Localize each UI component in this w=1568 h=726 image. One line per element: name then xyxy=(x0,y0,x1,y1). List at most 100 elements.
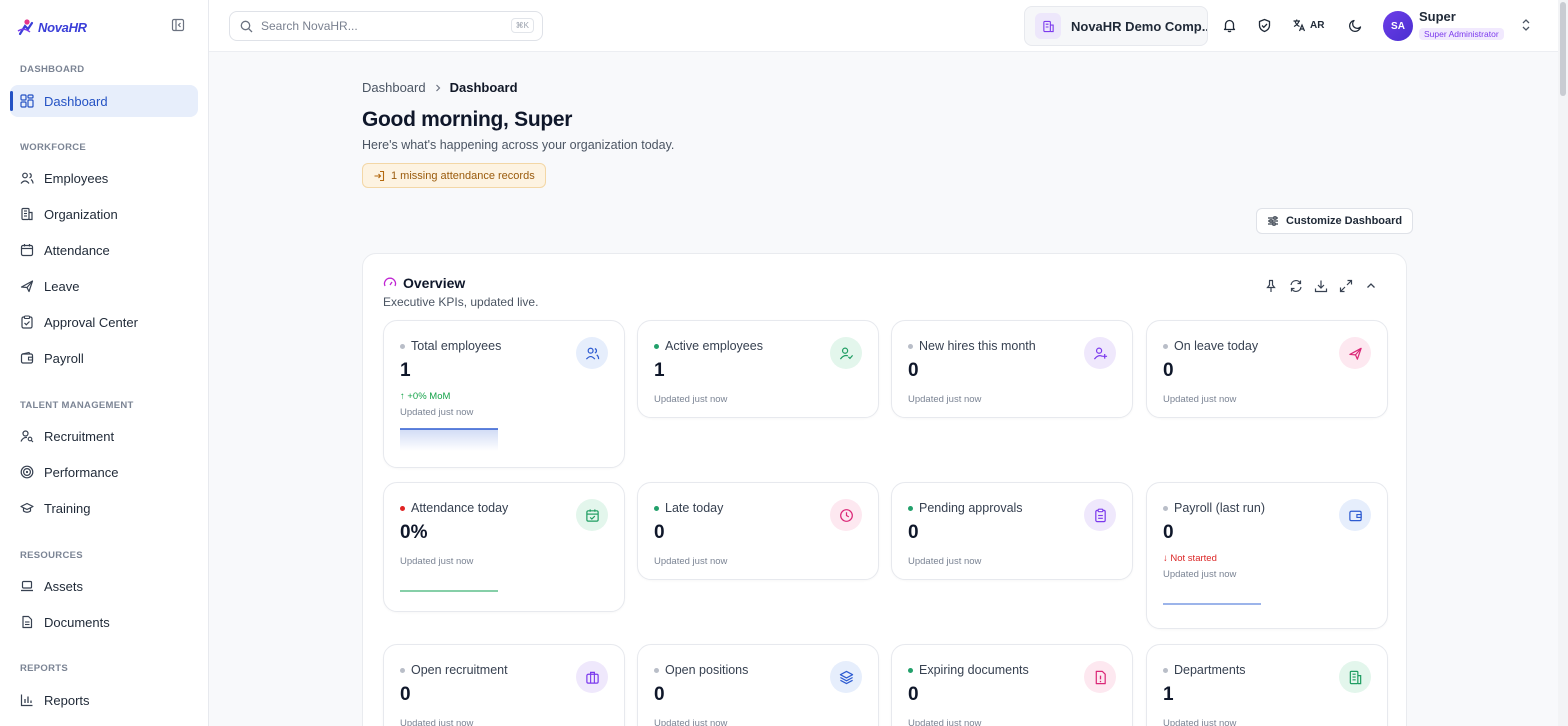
moon-icon xyxy=(1348,19,1362,33)
kpi-card[interactable]: Active employees 1 Updated just now xyxy=(637,320,879,418)
missing-attendance-alert[interactable]: 1 missing attendance records xyxy=(362,163,546,188)
status-dot xyxy=(654,505,659,511)
briefcase-icon xyxy=(576,661,608,693)
kpi-updated: Updated just now xyxy=(908,556,982,567)
kpi-label-text: Total employees xyxy=(411,339,502,353)
kpi-value: 0 xyxy=(1163,360,1174,381)
kpi-card[interactable]: Late today 0 Updated just now xyxy=(637,482,879,580)
panel-left-icon xyxy=(171,18,185,32)
language-switcher[interactable]: AR xyxy=(1292,18,1324,32)
kpi-card[interactable]: Open positions 0 Updated just now xyxy=(637,644,879,726)
sidebar-item-label: Training xyxy=(44,500,91,516)
chevron-up-icon[interactable] xyxy=(1364,279,1378,293)
breadcrumb-item[interactable]: Dashboard xyxy=(362,80,426,95)
kpi-card[interactable]: Attendance today 0% Updated just now xyxy=(383,482,625,612)
page-title: Good morning, Super xyxy=(362,108,573,131)
kpi-label: Payroll (last run) xyxy=(1163,501,1265,515)
sidebar-item-assets[interactable]: Assets xyxy=(10,570,198,602)
nav-section-reports: REPORTS xyxy=(20,663,69,674)
sidebar-item-approval-center[interactable]: Approval Center xyxy=(10,306,198,338)
kpi-updated: Updated just now xyxy=(400,407,474,418)
kpi-label-text: Pending approvals xyxy=(919,501,1023,515)
search-shortcut: ⌘K xyxy=(510,18,534,33)
app-logo[interactable]: NovaHR xyxy=(16,17,87,37)
alert-text: 1 missing attendance records xyxy=(391,169,535,182)
kpi-updated: Updated just now xyxy=(1163,718,1237,726)
sidebar-item-attendance[interactable]: Attendance xyxy=(10,234,198,266)
chevrons-up-down-icon xyxy=(1522,19,1530,31)
kpi-updated: Updated just now xyxy=(908,394,982,405)
status-dot xyxy=(400,343,405,349)
sidebar-item-reports[interactable]: Reports xyxy=(10,684,198,716)
refresh-icon[interactable] xyxy=(1289,279,1303,293)
user-name[interactable]: Super xyxy=(1419,9,1456,24)
overview-subtitle: Executive KPIs, updated live. xyxy=(383,295,539,309)
sidebar-item-recruitment[interactable]: Recruitment xyxy=(10,420,198,452)
sidebar-item-training[interactable]: Training xyxy=(10,492,198,524)
page-scrollbar[interactable] xyxy=(1558,0,1568,726)
kpi-label: Pending approvals xyxy=(908,501,1023,515)
sliders-icon xyxy=(1268,216,1278,226)
kpi-label: Open positions xyxy=(654,663,748,677)
status-dot xyxy=(908,505,913,511)
wallet-icon xyxy=(20,351,34,364)
kpi-card[interactable]: Departments 1 Updated just now xyxy=(1146,644,1388,726)
sidebar-item-documents[interactable]: Documents xyxy=(10,606,198,638)
logo-text: NovaHR xyxy=(38,19,87,35)
kpi-label-text: Open positions xyxy=(665,663,749,677)
sidebar-item-performance[interactable]: Performance xyxy=(10,456,198,488)
sidebar: NovaHR DASHBOARD Dashboard WORKFORCE Emp… xyxy=(0,0,209,726)
company-switcher[interactable]: NovaHR Demo Comp... xyxy=(1024,6,1208,46)
expand-icon[interactable] xyxy=(1339,279,1353,293)
kpi-label-text: Open recruitment xyxy=(411,663,508,677)
notifications-button[interactable] xyxy=(1222,18,1238,34)
sidebar-collapse-button[interactable] xyxy=(171,18,187,34)
download-icon[interactable] xyxy=(1314,279,1328,293)
sidebar-item-label: Performance xyxy=(44,464,119,480)
sidebar-item-leave[interactable]: Leave xyxy=(10,270,198,302)
kpi-card[interactable]: Expiring documents 0 Updated just now xyxy=(891,644,1133,726)
kpi-card[interactable]: On leave today 0 Updated just now xyxy=(1146,320,1388,418)
building-icon xyxy=(1339,661,1371,693)
kpi-card[interactable]: Total employees 1 ↑ +0% MoM Updated just no… xyxy=(383,320,625,468)
sidebar-item-dashboard[interactable]: Dashboard xyxy=(10,85,198,117)
user-check-icon xyxy=(830,337,862,369)
search-input[interactable] xyxy=(261,19,501,33)
scrollbar-thumb[interactable] xyxy=(1560,2,1566,96)
kpi-value: 0 xyxy=(908,684,919,705)
sidebar-item-payroll[interactable]: Payroll xyxy=(10,342,198,374)
security-button[interactable] xyxy=(1257,18,1273,34)
sidebar-item-label: Documents xyxy=(44,614,110,630)
kpi-value: 1 xyxy=(400,360,411,381)
pin-icon[interactable] xyxy=(1264,279,1278,293)
clipboard-check-icon xyxy=(21,315,33,329)
kpi-label: Open recruitment xyxy=(400,663,508,677)
users-icon xyxy=(576,337,608,369)
graduation-cap-icon xyxy=(20,502,34,513)
sidebar-item-organization[interactable]: Organization xyxy=(10,198,198,230)
search-box[interactable]: ⌘K xyxy=(229,11,543,41)
panel-actions xyxy=(1264,279,1378,293)
sidebar-item-label: Employees xyxy=(44,170,109,186)
clipboard-icon xyxy=(1084,499,1116,531)
kpi-sparkline xyxy=(400,590,498,592)
sidebar-item-label: Recruitment xyxy=(44,428,115,444)
sidebar-item-employees[interactable]: Employees xyxy=(10,162,198,194)
customize-dashboard-button[interactable]: Customize Dashboard xyxy=(1256,208,1414,234)
avatar[interactable]: SA xyxy=(1383,11,1413,41)
kpi-label: Departments xyxy=(1163,663,1246,677)
kpi-card[interactable]: New hires this month 0 Updated just now xyxy=(891,320,1133,418)
kpi-card[interactable]: Payroll (last run) 0 ↓ Not started Updated … xyxy=(1146,482,1388,629)
user-menu-toggle[interactable] xyxy=(1520,18,1532,32)
theme-toggle[interactable] xyxy=(1348,18,1364,34)
kpi-value: 0 xyxy=(654,684,665,705)
kpi-label-text: New hires this month xyxy=(919,339,1036,353)
kpi-card[interactable]: Open recruitment 0 Updated just now xyxy=(383,644,625,726)
kpi-card[interactable]: Pending approvals 0 Updated just now xyxy=(891,482,1133,580)
kpi-label-text: Attendance today xyxy=(411,501,509,515)
kpi-updated: Updated just now xyxy=(400,718,474,726)
wallet-icon xyxy=(1339,499,1371,531)
kpi-label: Expiring documents xyxy=(908,663,1029,677)
kpi-label-text: Expiring documents xyxy=(919,663,1029,677)
kpi-value: 0 xyxy=(400,684,411,705)
